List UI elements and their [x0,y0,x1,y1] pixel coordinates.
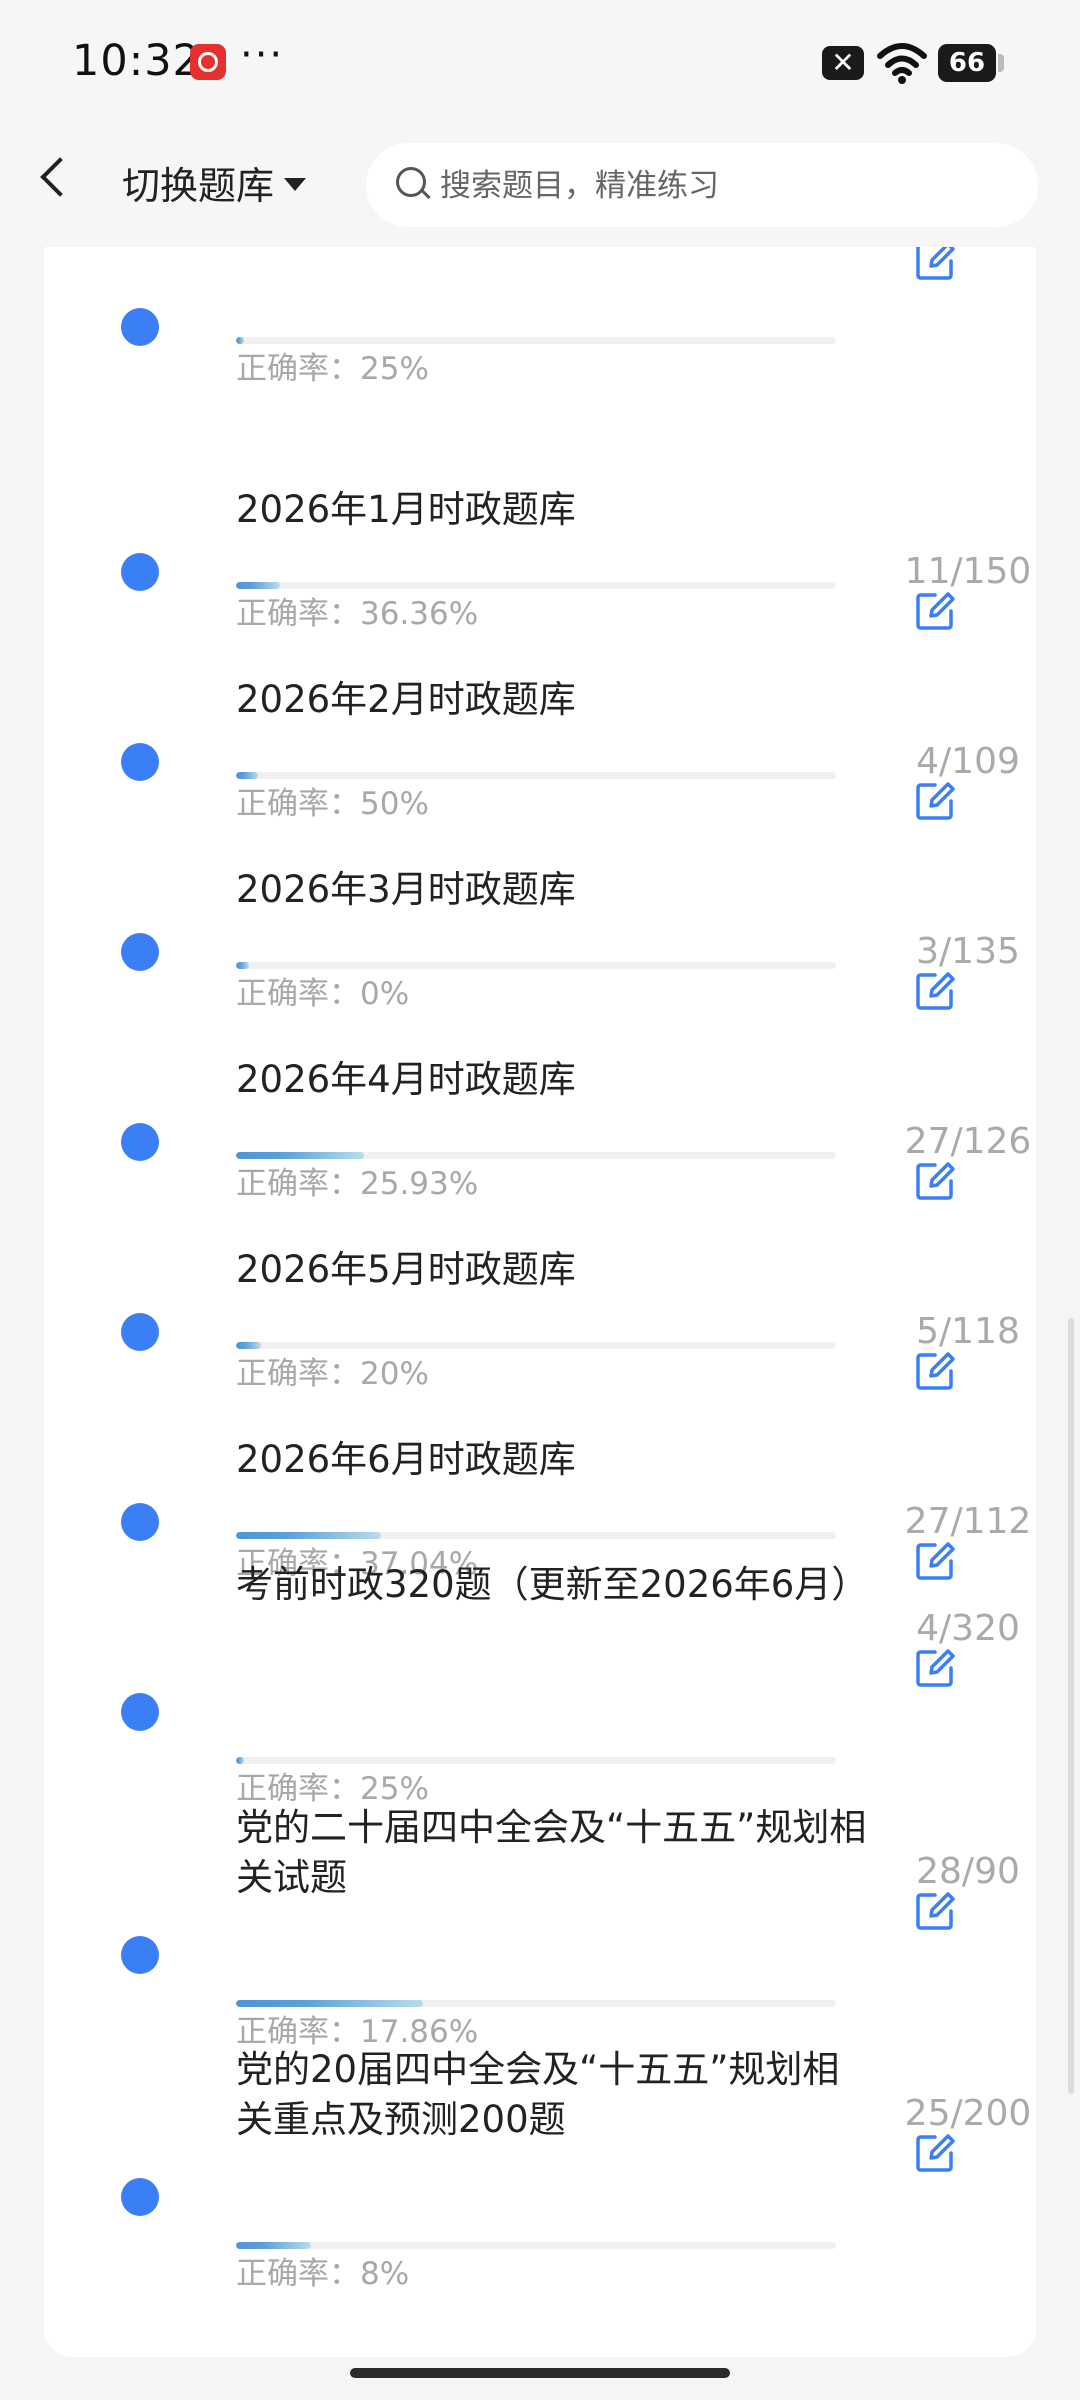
bank-title: 2026年6月时政题库 [236,1438,576,1481]
wifi-icon [877,43,927,84]
accuracy-text: 正确率：8% [236,2248,409,2293]
accuracy-label: 正确率： [236,786,360,822]
back-chevron-left-icon[interactable] [40,157,80,197]
edit-icon[interactable] [915,1351,955,1391]
edit-icon[interactable] [915,781,955,821]
edit-icon[interactable] [915,591,955,631]
accuracy-label: 正确率： [236,2256,360,2292]
edit-icon[interactable] [915,971,955,1011]
edit-icon[interactable] [915,1648,955,1688]
bank-title: 党的二十届四中全会及“十五五”规划相关试题 [236,1806,867,1899]
status-dot [121,1503,159,1541]
bank-title: 2026年1月时政题库 [236,488,576,531]
status-dot [121,1123,159,1161]
accuracy-text: 正确率：25% [236,343,429,388]
progress-count: 27/112 [904,1501,1032,1542]
status-dot [121,1313,159,1351]
status-bar: 10:32 ··· ✕ 66 [0,0,1080,125]
status-dot [121,1693,159,1731]
progress-count: 28/90 [916,1851,1020,1892]
question-bank-list: 考前时政320题（重点看）到2025年12月正确率：25%4/3192026年1… [44,247,1036,2357]
accuracy-value: 25% [360,1771,429,1807]
accuracy-value: 36.36% [360,596,479,632]
edit-icon[interactable] [915,247,955,281]
bank-title: 2026年4月时政题库 [236,1058,576,1101]
status-dot [121,308,159,346]
accuracy-value: 50% [360,786,429,822]
search-bar[interactable] [366,143,1038,229]
edit-icon[interactable] [915,1891,955,1931]
battery-indicator: 66 [938,44,1004,82]
progress-count: 5/118 [916,1311,1020,1352]
caret-down-icon [284,178,307,191]
accuracy-value: 20% [360,1356,429,1392]
accuracy-label: 正确率： [236,1166,360,1202]
accuracy-label: 正确率： [236,1356,360,1392]
more-notifications-icon: ··· [240,32,285,78]
notification-app-icon [190,44,226,80]
accuracy-label: 正确率： [236,1771,360,1807]
status-dot [121,2178,159,2216]
progress-count: 4/320 [916,1608,1020,1649]
accuracy-label: 正确率： [236,351,360,387]
accuracy-value: 8% [360,2256,410,2292]
progress-count: 27/126 [904,1121,1032,1162]
bank-title: 2026年3月时政题库 [236,868,576,911]
progress-count: 3/135 [916,931,1020,972]
switch-bank-label: 切换题库 [122,164,275,208]
accuracy-label: 正确率： [236,596,360,632]
accuracy-label: 正确率： [236,976,360,1012]
accuracy-text: 正确率：36.36% [236,588,478,633]
accuracy-value: 0% [360,976,410,1012]
switch-bank-dropdown[interactable]: 切换题库 [122,155,307,210]
progress-count: 4/109 [916,741,1020,782]
accuracy-text: 正确率：25.93% [236,1158,478,1203]
search-icon [396,167,426,197]
progress-count: 25/200 [904,2093,1032,2134]
accuracy-text: 正确率：50% [236,778,429,823]
accuracy-text: 正确率：0% [236,968,409,1013]
bank-title: 党的20届四中全会及“十五五”规划相关重点及预测200题 [236,2048,840,2141]
search-input[interactable] [438,143,1002,229]
top-nav-bar: 切换题库 [0,125,1080,247]
bank-title: 2026年2月时政题库 [236,678,576,721]
status-time: 10:32 [72,36,201,86]
progress-count: 11/150 [904,551,1032,592]
status-dot [121,743,159,781]
accuracy-value: 25% [360,351,429,387]
status-dot [121,1936,159,1974]
status-dot [121,553,159,591]
status-dot [121,933,159,971]
bank-title: 2026年5月时政题库 [236,1248,576,1291]
data-disabled-icon: ✕ [822,46,864,80]
accuracy-text: 正确率：20% [236,1348,429,1393]
scrollbar[interactable] [1068,1318,1074,2094]
edit-icon[interactable] [915,1161,955,1201]
edit-icon[interactable] [915,1541,955,1581]
accuracy-value: 25.93% [360,1166,479,1202]
bank-title: 考前时政320题（更新至2026年6月） [236,1563,869,1606]
edit-icon[interactable] [915,2133,955,2173]
home-indicator[interactable] [350,2368,730,2378]
accuracy-text: 正确率：25% [236,1763,429,1808]
